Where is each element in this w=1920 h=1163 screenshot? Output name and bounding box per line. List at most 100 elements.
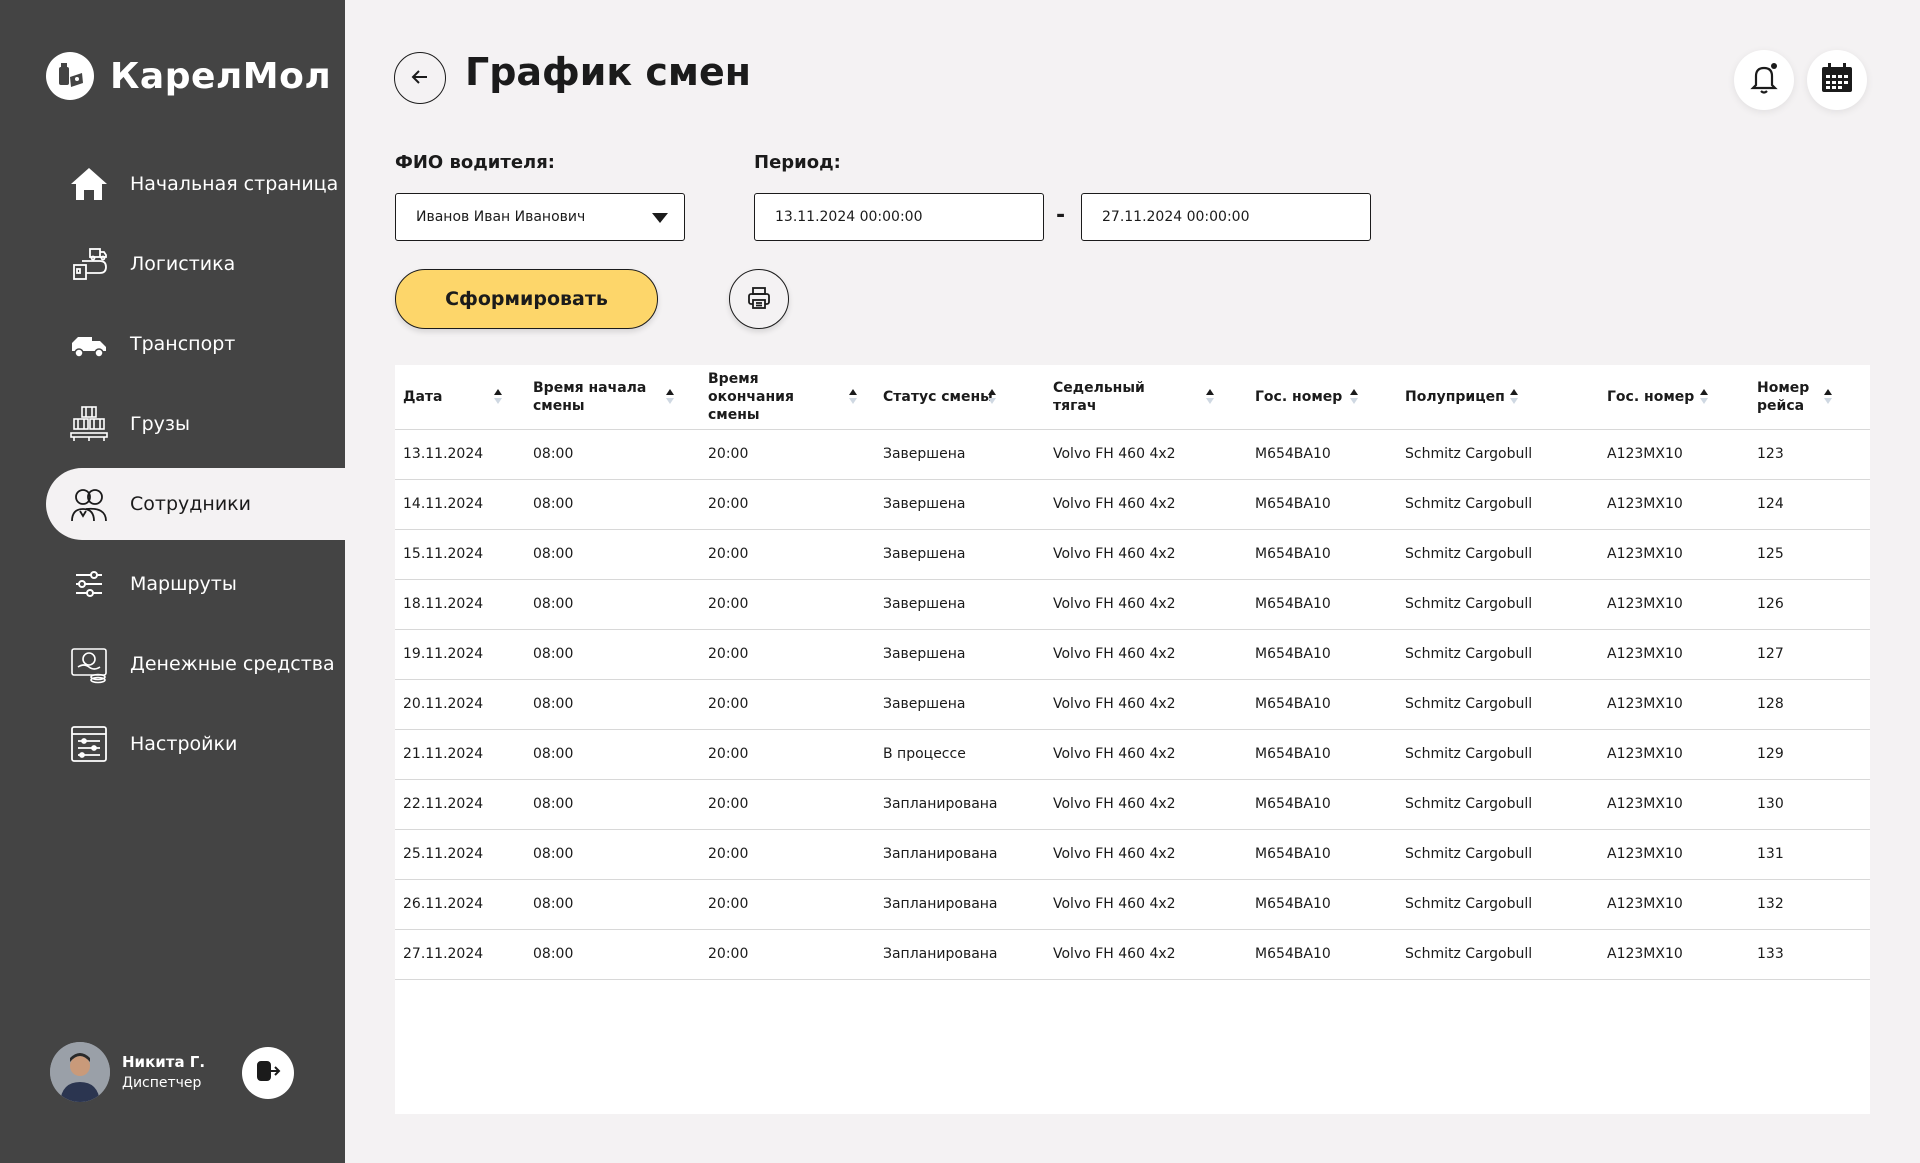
sort-icon[interactable] bbox=[1509, 389, 1519, 407]
table-cell: 08:00 bbox=[533, 746, 574, 762]
column-header-label: Время окончания смены bbox=[708, 370, 794, 423]
sidebar-item-settings[interactable]: Настройки bbox=[46, 708, 345, 780]
sort-icon[interactable] bbox=[1823, 389, 1833, 407]
table-cell: Schmitz Cargobull bbox=[1405, 846, 1533, 862]
date-from-input[interactable] bbox=[754, 193, 1044, 241]
table-cell: М654ВА10 bbox=[1255, 496, 1331, 512]
user-profile[interactable]: Никита Г. Диспетчер bbox=[50, 1042, 205, 1102]
generate-button[interactable]: Сформировать bbox=[395, 269, 658, 329]
column-header[interactable]: Номер рейса bbox=[1749, 365, 1870, 429]
table-row[interactable]: 20.11.2024 08:00 20:00 Завершена Volvo FH 46… bbox=[395, 679, 1870, 729]
sort-icon[interactable] bbox=[1699, 389, 1709, 407]
employees-icon bbox=[66, 481, 112, 527]
sidebar-item-label: Транспорт bbox=[130, 333, 236, 355]
money-icon bbox=[66, 641, 112, 687]
table-cell: М654ВА10 bbox=[1255, 546, 1331, 562]
table-row[interactable]: 13.11.2024 08:00 20:00 Завершена Volvo FH 46… bbox=[395, 429, 1870, 479]
table-cell: Schmitz Cargobull bbox=[1405, 696, 1533, 712]
app-name: КарелМол bbox=[110, 55, 332, 97]
table-cell: 18.11.2024 bbox=[403, 596, 484, 612]
date-to-input[interactable] bbox=[1081, 193, 1371, 241]
print-button[interactable] bbox=[729, 269, 789, 329]
user-role: Диспетчер bbox=[122, 1075, 202, 1091]
table-cell: 14.11.2024 bbox=[403, 496, 484, 512]
driver-select-value: Иванов Иван Иванович bbox=[416, 209, 586, 225]
column-header[interactable]: Гос. номер bbox=[1599, 365, 1749, 429]
caret-down-icon bbox=[652, 213, 668, 223]
notifications-button[interactable] bbox=[1734, 50, 1794, 110]
table-cell: 08:00 bbox=[533, 446, 574, 462]
table-cell: Завершена bbox=[883, 446, 966, 462]
sidebar-item-routes[interactable]: Маршруты bbox=[46, 548, 345, 620]
user-name: Никита Г. bbox=[122, 1053, 206, 1071]
sort-icon[interactable] bbox=[665, 389, 675, 407]
table-cell: Volvo FH 460 4x2 bbox=[1053, 696, 1176, 712]
table-row[interactable]: 18.11.2024 08:00 20:00 Завершена Volvo FH 46… bbox=[395, 579, 1870, 629]
logistics-icon bbox=[66, 241, 112, 287]
sort-icon[interactable] bbox=[848, 389, 858, 407]
arrow-left-icon bbox=[409, 66, 431, 91]
sidebar-item-transport[interactable]: Транспорт bbox=[46, 308, 345, 380]
table-cell: Запланирована bbox=[883, 796, 998, 812]
table-cell: 130 bbox=[1757, 796, 1784, 812]
sort-icon[interactable] bbox=[1205, 389, 1215, 407]
table-row[interactable]: 14.11.2024 08:00 20:00 Завершена Volvo FH 46… bbox=[395, 479, 1870, 529]
table-cell: Schmitz Cargobull bbox=[1405, 546, 1533, 562]
table-cell: 08:00 bbox=[533, 946, 574, 962]
table-row[interactable]: 22.11.2024 08:00 20:00 Запланирована Volvo F… bbox=[395, 779, 1870, 829]
table-cell: 08:00 bbox=[533, 796, 574, 812]
table-cell: А123МХ10 bbox=[1607, 946, 1683, 962]
table-row[interactable]: 15.11.2024 08:00 20:00 Завершена Volvo FH 46… bbox=[395, 529, 1870, 579]
routes-icon bbox=[66, 561, 112, 607]
table-row[interactable]: 26.11.2024 08:00 20:00 Запланирована Volvo F… bbox=[395, 879, 1870, 929]
back-button[interactable] bbox=[394, 52, 446, 104]
sidebar-item-label: Грузы bbox=[130, 413, 190, 435]
table-row[interactable]: 27.11.2024 08:00 20:00 Запланирована Volvo F… bbox=[395, 929, 1870, 979]
table-cell: 128 bbox=[1757, 696, 1784, 712]
table-cell: А123МХ10 bbox=[1607, 746, 1683, 762]
column-header[interactable]: Полуприцеп bbox=[1397, 365, 1599, 429]
column-header[interactable]: Дата bbox=[395, 365, 525, 429]
table-cell: Запланирована bbox=[883, 946, 998, 962]
column-header[interactable]: Седельный тягач bbox=[1045, 365, 1247, 429]
sort-icon[interactable] bbox=[987, 389, 997, 407]
table-cell: М654ВА10 bbox=[1255, 446, 1331, 462]
driver-select[interactable]: Иванов Иван Иванович bbox=[395, 193, 685, 241]
table-cell: 08:00 bbox=[533, 496, 574, 512]
sidebar-item-label: Сотрудники bbox=[130, 493, 251, 515]
table-cell: Volvo FH 460 4x2 bbox=[1053, 846, 1176, 862]
calendar-icon bbox=[1820, 62, 1854, 98]
app-logo[interactable]: КарелМол bbox=[46, 52, 331, 100]
table-row[interactable]: 19.11.2024 08:00 20:00 Завершена Volvo FH 46… bbox=[395, 629, 1870, 679]
sidebar-item-money[interactable]: Денежные средства bbox=[46, 628, 345, 700]
column-header-label: Время начала смены bbox=[533, 379, 647, 414]
sort-icon[interactable] bbox=[1349, 389, 1359, 407]
shifts-table-container: Дата Время начала смены Время окончания см… bbox=[395, 365, 1870, 1114]
sidebar-item-cargo[interactable]: Грузы bbox=[46, 388, 345, 460]
column-header[interactable]: Статус смены bbox=[875, 365, 1045, 429]
table-cell: Volvo FH 460 4x2 bbox=[1053, 646, 1176, 662]
calendar-button[interactable] bbox=[1807, 50, 1867, 110]
logout-button[interactable] bbox=[242, 1047, 294, 1099]
table-cell: М654ВА10 bbox=[1255, 946, 1331, 962]
sidebar-item-employees[interactable]: Сотрудники bbox=[46, 468, 345, 540]
table-cell: 19.11.2024 bbox=[403, 646, 484, 662]
sidebar-item-home[interactable]: Начальная страница bbox=[46, 148, 345, 220]
table-cell: А123МХ10 bbox=[1607, 896, 1683, 912]
table-row[interactable]: 25.11.2024 08:00 20:00 Запланирована Volvo F… bbox=[395, 829, 1870, 879]
column-header[interactable]: Время окончания смены bbox=[700, 365, 875, 429]
table-cell: 08:00 bbox=[533, 596, 574, 612]
column-header[interactable]: Время начала смены bbox=[525, 365, 700, 429]
sort-icon[interactable] bbox=[493, 389, 503, 407]
sidebar-item-logistics[interactable]: Логистика bbox=[46, 228, 345, 300]
column-header-label: Полуприцеп bbox=[1405, 388, 1505, 405]
column-header[interactable]: Гос. номер bbox=[1247, 365, 1397, 429]
table-cell: Запланирована bbox=[883, 896, 998, 912]
table-cell: 126 bbox=[1757, 596, 1784, 612]
table-cell: М654ВА10 bbox=[1255, 896, 1331, 912]
sidebar-item-label: Маршруты bbox=[130, 573, 237, 595]
table-row[interactable]: 21.11.2024 08:00 20:00 В процессе Volvo FH 4… bbox=[395, 729, 1870, 779]
column-header-label: Дата bbox=[403, 388, 443, 405]
table-cell: 20:00 bbox=[708, 896, 749, 912]
table-cell: Завершена bbox=[883, 496, 966, 512]
